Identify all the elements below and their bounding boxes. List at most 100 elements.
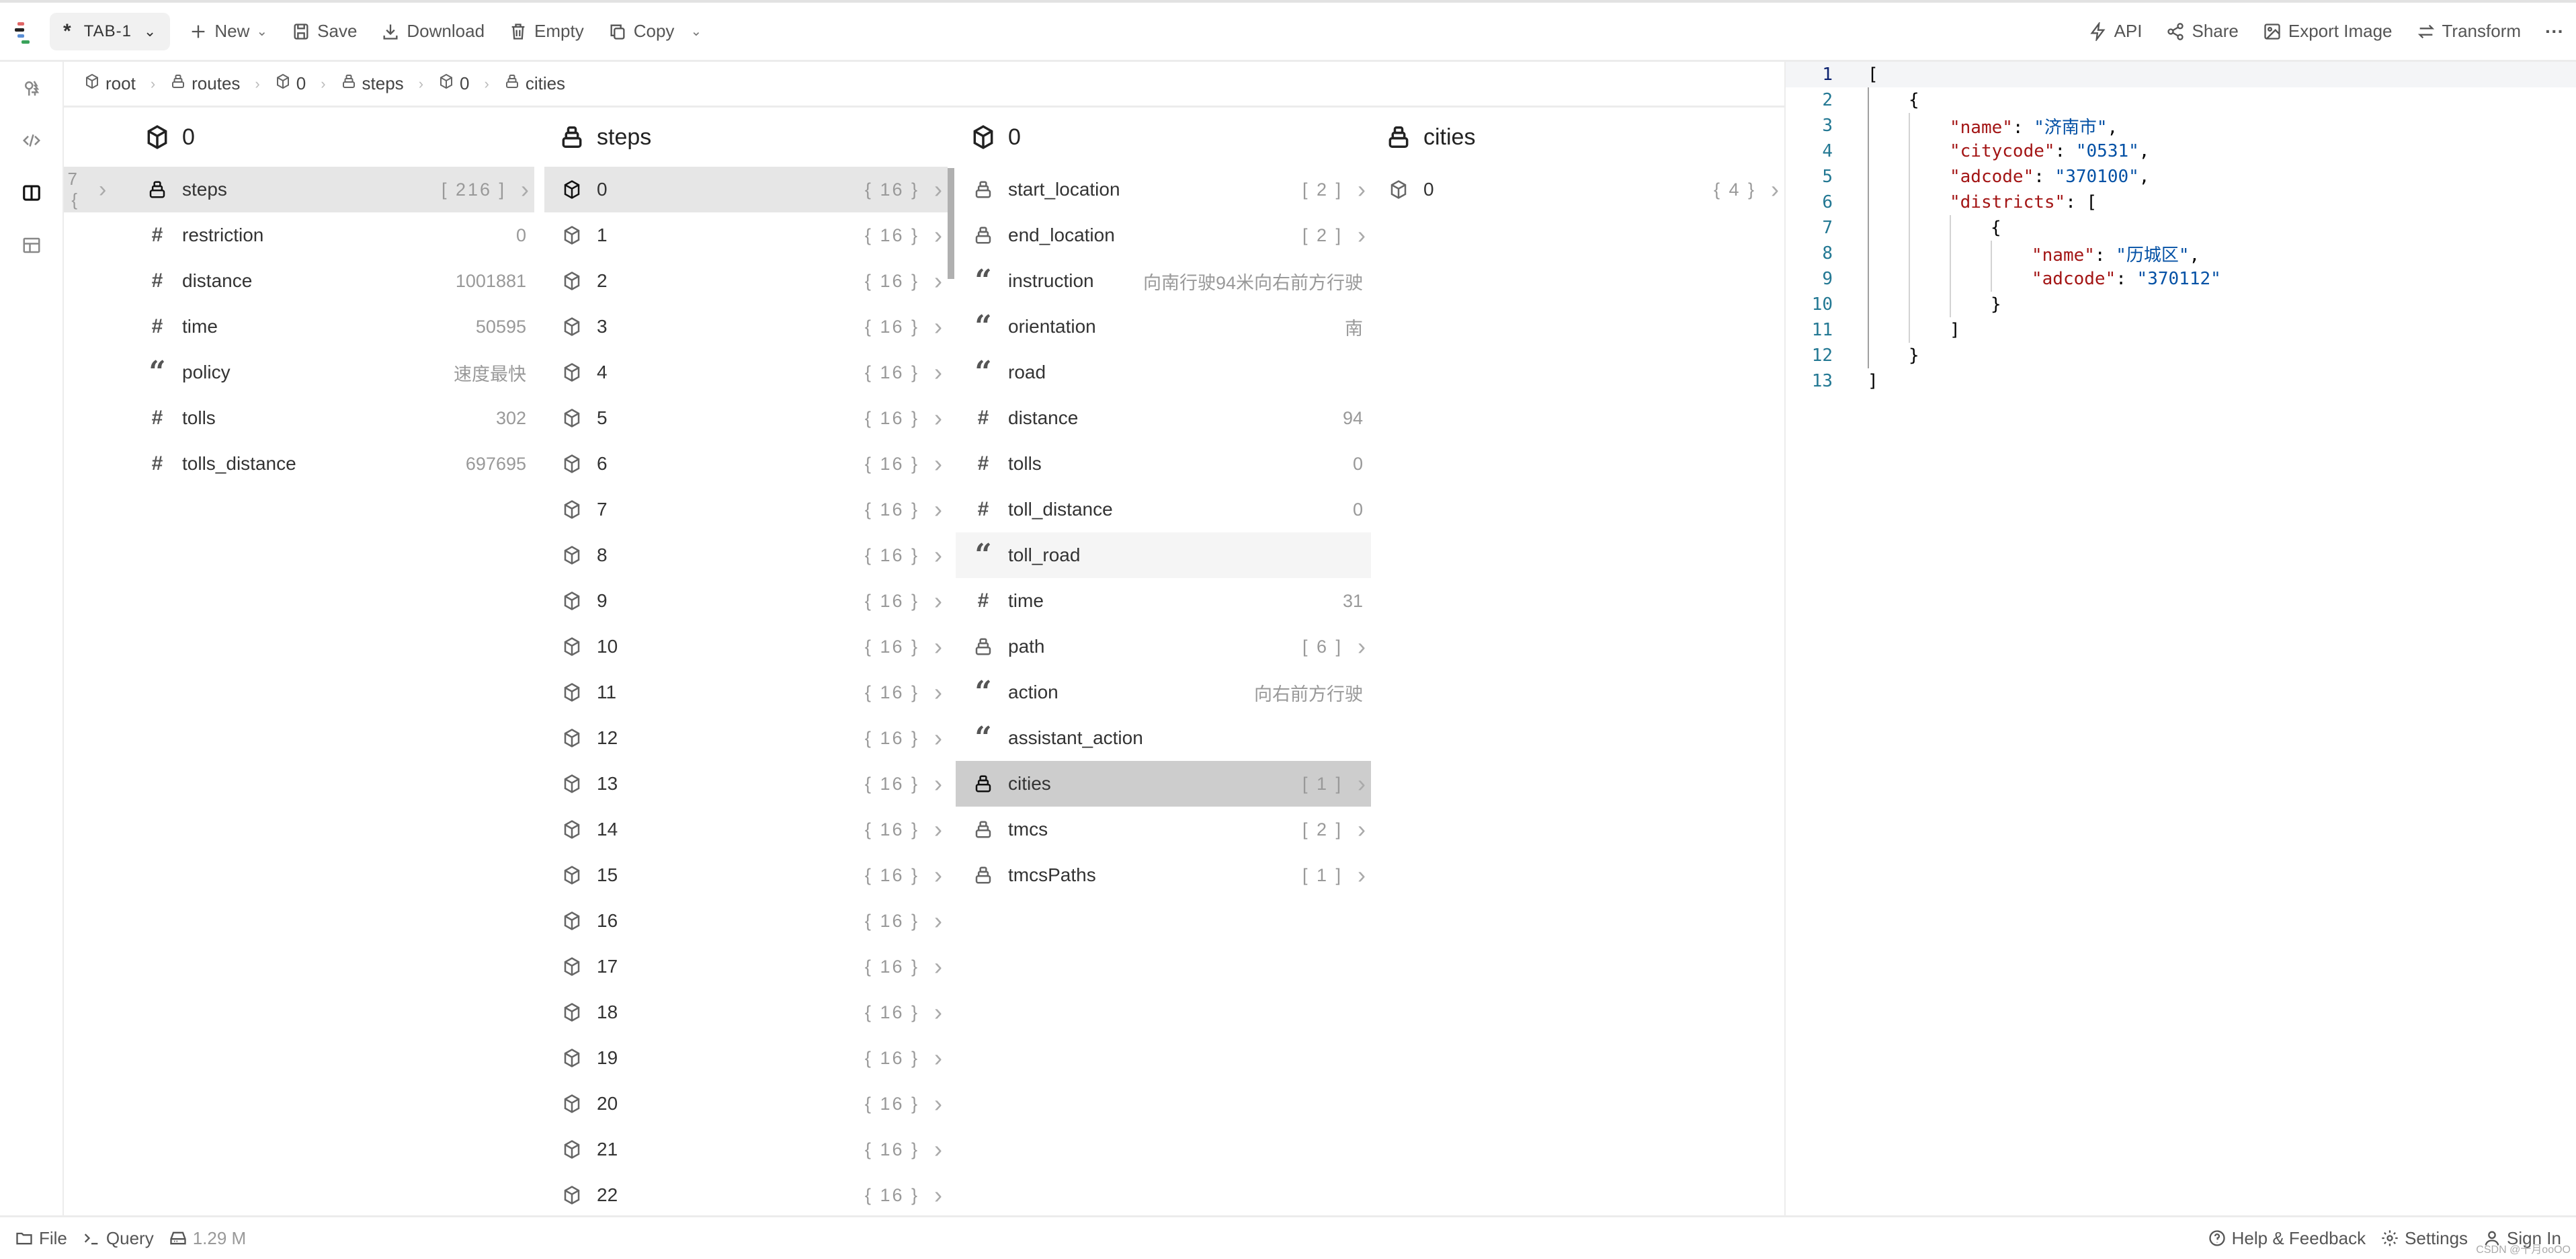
chevron-right-icon[interactable]: › (934, 724, 948, 752)
list-item[interactable]: 7 { 16 } › (544, 487, 948, 532)
list-item[interactable]: 9 { 16 } › (544, 578, 948, 624)
table-view-button[interactable] (0, 219, 63, 272)
list-item[interactable]: start_location [ 2 ] › (956, 167, 1371, 212)
chevron-down-icon[interactable]: ⌄ (144, 23, 157, 40)
api-button[interactable]: API (2077, 13, 2155, 50)
chevron-right-icon[interactable]: › (934, 998, 948, 1026)
chevron-right-icon[interactable]: › (934, 495, 948, 524)
list-item[interactable]: 0 { 4 } › (1371, 167, 1784, 212)
list-item[interactable]: cities [ 1 ] › (956, 761, 1371, 807)
list-item[interactable]: 10 { 16 } › (544, 624, 948, 669)
list-item[interactable]: “ instruction 向南行驶94米向右前方行驶 (956, 258, 1371, 304)
chevron-right-icon[interactable]: › (934, 175, 948, 204)
chevron-right-icon[interactable]: › (934, 815, 948, 844)
list-item[interactable]: 8 { 16 } › (544, 532, 948, 578)
chevron-right-icon[interactable]: › (1358, 770, 1371, 798)
chevron-right-icon[interactable]: › (934, 1181, 948, 1209)
column-view-button[interactable] (0, 167, 63, 219)
chevron-down-icon[interactable]: ⌄ (256, 23, 267, 40)
list-item[interactable]: 1 { 16 } › (544, 212, 948, 258)
chevron-right-icon[interactable]: › (934, 541, 948, 569)
chevron-right-icon[interactable]: › (934, 221, 948, 249)
list-item[interactable]: 14 { 16 } › (544, 807, 948, 852)
breadcrumb-item-cities[interactable]: cities (504, 73, 565, 94)
app-logo-icon[interactable] (13, 18, 40, 45)
query-button[interactable]: Query (82, 1228, 154, 1249)
chevron-down-icon[interactable]: ⌄ (690, 23, 702, 40)
breadcrumb-item-root[interactable]: root (84, 73, 136, 94)
list-item[interactable]: # time 50595 (64, 304, 534, 350)
chevron-right-icon[interactable]: › (934, 861, 948, 889)
chevron-right-icon[interactable]: › (934, 1135, 948, 1164)
chevron-right-icon[interactable]: › (934, 358, 948, 387)
chevron-right-icon[interactable]: › (934, 952, 948, 981)
list-item[interactable]: # toll_distance 0 (956, 487, 1371, 532)
list-item[interactable]: 20 { 16 } › (544, 1081, 948, 1127)
list-item[interactable]: “ policy 速度最快 (64, 350, 534, 395)
list-item[interactable]: 12 { 16 } › (544, 715, 948, 761)
list-item[interactable]: “ action 向右前方行驶 (956, 669, 1371, 715)
list-item[interactable]: “ orientation 南 (956, 304, 1371, 350)
chevron-right-icon[interactable]: › (934, 450, 948, 478)
list-item[interactable]: 5 { 16 } › (544, 395, 948, 441)
chevron-right-icon[interactable]: › (934, 633, 948, 661)
tree-view-button[interactable] (0, 62, 63, 114)
copy-button[interactable]: Copy ⌄ (596, 13, 714, 50)
tab-1[interactable]: * TAB-1 ⌄ (50, 12, 171, 50)
save-button[interactable]: Save (280, 13, 369, 50)
chevron-right-icon[interactable]: › (1358, 175, 1371, 204)
empty-button[interactable]: Empty (497, 13, 596, 50)
list-item[interactable]: # restriction 0 (64, 212, 534, 258)
list-item[interactable]: 15 { 16 } › (544, 852, 948, 898)
list-item[interactable]: 13 { 16 } › (544, 761, 948, 807)
breadcrumb-item-steps[interactable]: steps (341, 73, 404, 94)
share-button[interactable]: Share (2154, 13, 2250, 50)
list-item[interactable]: # time 31 (956, 578, 1371, 624)
chevron-right-icon[interactable]: › (1358, 221, 1371, 249)
list-item[interactable]: # tolls_distance 697695 (64, 441, 534, 487)
scrollbar-thumb[interactable] (948, 168, 954, 279)
transform-button[interactable]: Transform (2405, 13, 2534, 50)
list-item[interactable]: “ road (956, 350, 1371, 395)
chevron-right-icon[interactable]: › (1771, 175, 1784, 204)
list-item[interactable]: “ toll_road (956, 532, 1371, 578)
list-item[interactable]: “ assistant_action (956, 715, 1371, 761)
list-item[interactable]: 19 { 16 } › (544, 1035, 948, 1081)
chevron-right-icon[interactable]: › (1358, 633, 1371, 661)
list-item[interactable]: 16 { 16 } › (544, 898, 948, 944)
list-item[interactable]: # tolls 0 (956, 441, 1371, 487)
download-button[interactable]: Download (369, 13, 497, 50)
list-item[interactable]: 11 { 16 } › (544, 669, 948, 715)
breadcrumb-item-0[interactable]: 0 (275, 73, 306, 94)
breadcrumb-item-0[interactable]: 0 (438, 73, 469, 94)
new-button[interactable]: New ⌄ (177, 13, 280, 50)
chevron-right-icon[interactable]: › (934, 267, 948, 295)
chevron-right-icon[interactable]: › (934, 1090, 948, 1118)
breadcrumb-item-routes[interactable]: routes (170, 73, 240, 94)
list-item[interactable]: # distance 1001881 (64, 258, 534, 304)
list-item[interactable]: 6 { 16 } › (544, 441, 948, 487)
settings-button[interactable]: Settings (2380, 1228, 2468, 1249)
list-item[interactable]: 2 { 16 } › (544, 258, 948, 304)
chevron-right-icon[interactable]: › (934, 404, 948, 432)
list-item[interactable]: end_location [ 2 ] › (956, 212, 1371, 258)
list-item[interactable]: 21 { 16 } › (544, 1127, 948, 1172)
chevron-right-icon[interactable]: › (934, 1044, 948, 1072)
file-button[interactable]: File (15, 1228, 67, 1249)
chevron-right-icon[interactable]: › (934, 587, 948, 615)
json-editor[interactable]: 1[2{3 "name": "济南市", 4 "citycode": "0531", 5… (1784, 62, 2576, 1215)
list-item[interactable]: 18 { 16 } › (544, 989, 948, 1035)
list-item[interactable]: tmcsPaths [ 1 ] › (956, 852, 1371, 898)
list-item[interactable]: 22 { 16 } › (544, 1172, 948, 1215)
list-item[interactable]: 17 { 16 } › (544, 944, 948, 989)
export-image-button[interactable]: Export Image (2251, 13, 2405, 50)
code-view-button[interactable] (0, 114, 63, 167)
chevron-right-icon[interactable]: › (934, 907, 948, 935)
list-item[interactable]: 4 { 16 } › (544, 350, 948, 395)
help-feedback-button[interactable]: Help & Feedback (2208, 1228, 2366, 1249)
chevron-right-icon[interactable]: › (1358, 861, 1371, 889)
chevron-right-icon[interactable]: › (934, 770, 948, 798)
list-item[interactable]: # distance 94 (956, 395, 1371, 441)
list-item[interactable]: 3 { 16 } › (544, 304, 948, 350)
more-button[interactable]: ··· (2533, 13, 2576, 50)
